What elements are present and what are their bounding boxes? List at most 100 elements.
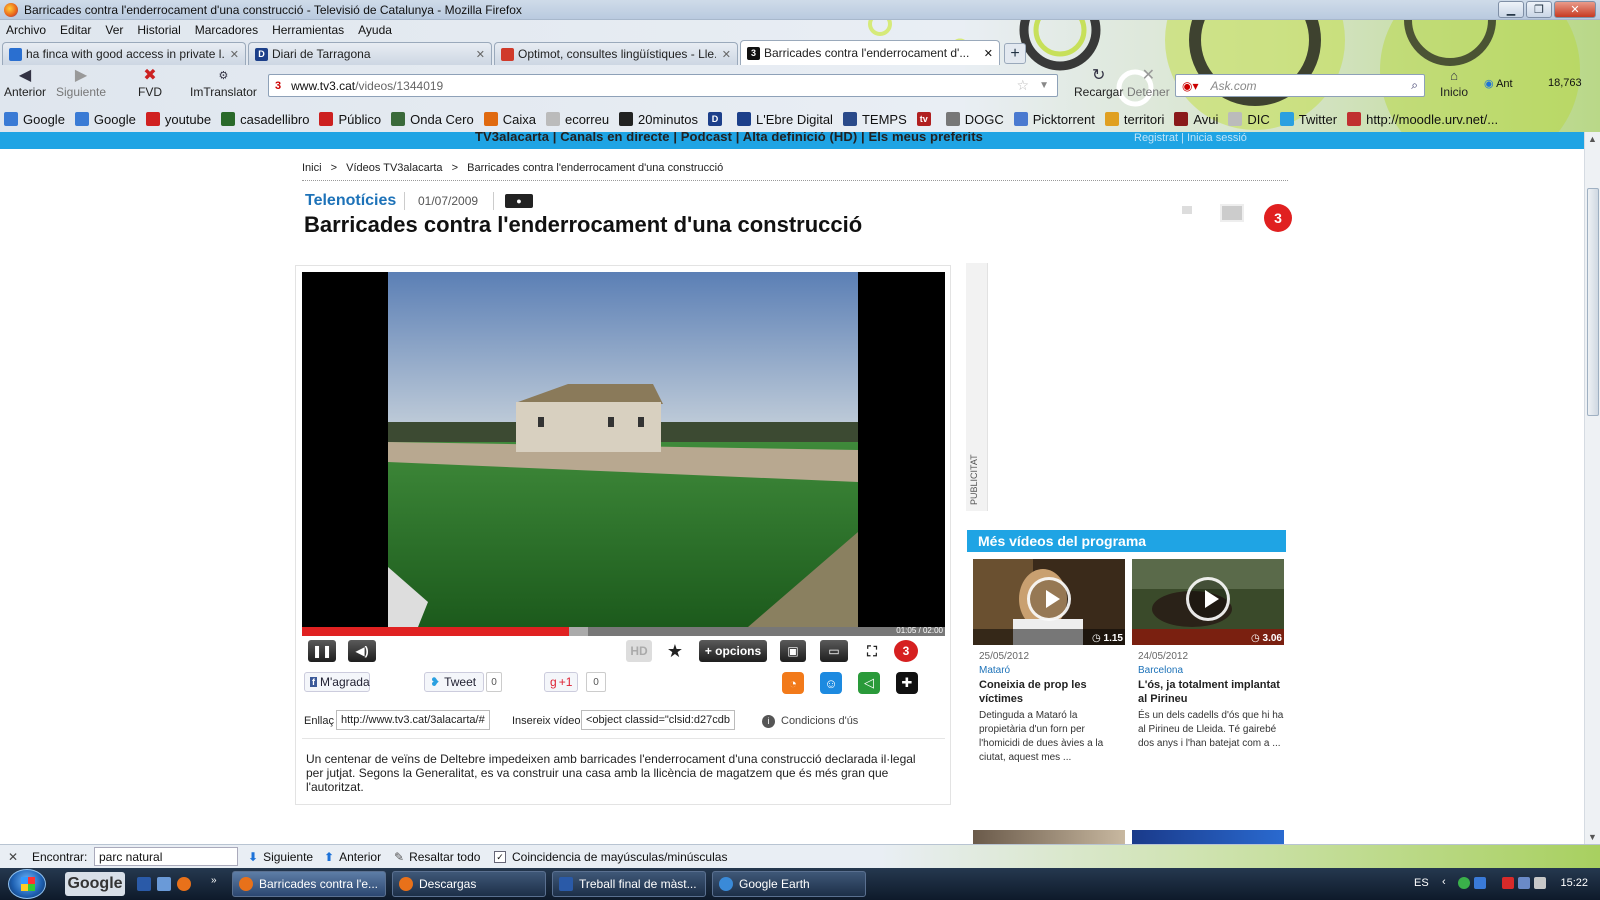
- bookmark-item[interactable]: http://moodle.urv.net/...: [1347, 112, 1498, 127]
- fvd-button[interactable]: ✖ FVD: [138, 67, 162, 99]
- small-view-icon[interactable]: [1182, 206, 1192, 214]
- tweet-button[interactable]: ❥ Tweet: [424, 672, 484, 692]
- volume-icon[interactable]: [1534, 877, 1546, 889]
- display-icon[interactable]: [1518, 877, 1530, 889]
- quicklaunch-more-icon[interactable]: »: [211, 875, 217, 886]
- firefox-quicklaunch-icon[interactable]: [177, 877, 191, 891]
- tab-optimot[interactable]: Optimot, consultes lingüístiques - Lle..…: [494, 42, 738, 65]
- highlight-all-button[interactable]: ✎ Resaltar todo: [394, 850, 480, 864]
- search-icon[interactable]: ⌕: [1411, 78, 1418, 93]
- task-google-earth[interactable]: Google Earth: [712, 871, 866, 897]
- fullscreen-button[interactable]: ⛶: [860, 640, 884, 662]
- menu-editar[interactable]: Editar: [60, 23, 91, 37]
- login-links[interactable]: Registrat | Inicia sessió: [1098, 132, 1584, 149]
- menu-marcadores[interactable]: Marcadores: [195, 23, 258, 37]
- scroll-down-icon[interactable]: ▼: [1588, 832, 1597, 842]
- google-taskbar-search[interactable]: Google: [65, 872, 125, 896]
- pause-button[interactable]: ❚❚: [308, 640, 336, 662]
- bookmark-item[interactable]: Caixa: [483, 112, 536, 127]
- close-tab-icon[interactable]: ✕: [722, 48, 731, 61]
- related-video-place[interactable]: Mataró: [979, 665, 1010, 676]
- ask-engine-icon[interactable]: ◉▾: [1182, 79, 1199, 93]
- related-video-title[interactable]: Coneixia de prop les víctimes: [979, 678, 1125, 706]
- bookmark-item[interactable]: Picktorrent: [1013, 112, 1095, 127]
- tab-finca[interactable]: ha finca with good access in private l..…: [2, 42, 246, 65]
- bookmark-item[interactable]: TEMPS: [842, 112, 907, 127]
- scroll-up-icon[interactable]: ▲: [1588, 134, 1597, 144]
- conditions-link[interactable]: i Condicions d'ús: [762, 715, 858, 728]
- tray-app-icon[interactable]: [1474, 877, 1486, 889]
- bookmark-item[interactable]: Avui: [1174, 112, 1218, 127]
- close-tab-icon[interactable]: ✕: [230, 48, 239, 61]
- popup-button[interactable]: ▣: [780, 640, 806, 662]
- bookmark-item[interactable]: youtube: [145, 112, 211, 127]
- start-button[interactable]: [8, 869, 46, 899]
- new-tab-button[interactable]: +: [1004, 43, 1026, 64]
- find-prev-button[interactable]: ⬆ Anterior: [324, 850, 381, 864]
- embed-input[interactable]: [581, 710, 735, 730]
- site-top-links[interactable]: TV3alacarta | Canals en directe | Podcas…: [475, 132, 983, 144]
- menu-historial[interactable]: Historial: [137, 23, 180, 37]
- home-button[interactable]: ⌂ Inicio: [1440, 67, 1468, 99]
- bookmark-item[interactable]: Google: [74, 112, 136, 127]
- bookmark-item[interactable]: Twitter: [1279, 112, 1337, 127]
- facebook-like-button[interactable]: f M'agrada: [304, 672, 370, 692]
- bookmark-item[interactable]: casadellibro: [221, 112, 309, 127]
- language-indicator[interactable]: ES: [1414, 877, 1429, 889]
- add-icon[interactable]: ✚: [896, 672, 918, 694]
- bookmark-item[interactable]: D: [708, 112, 727, 126]
- find-next-button[interactable]: ⬇ Siguiente: [248, 850, 313, 864]
- related-video-title[interactable]: L'ós, ja totalment implantat al Pirineu: [1138, 678, 1284, 706]
- user-icon[interactable]: ☺: [820, 672, 842, 694]
- url-bar[interactable]: 3 www.tv3.cat/videos/1344019 ☆ ▼: [268, 74, 1058, 97]
- close-tab-icon[interactable]: ✕: [476, 48, 485, 61]
- network-icon[interactable]: [1458, 877, 1470, 889]
- reload-button[interactable]: ↻ Recargar: [1074, 67, 1123, 99]
- scrollbar-thumb[interactable]: [1587, 188, 1599, 416]
- bookmark-item[interactable]: tv: [916, 112, 936, 126]
- mute-button[interactable]: ◀): [348, 640, 376, 662]
- page-scrollbar[interactable]: ▲ ▼: [1584, 132, 1600, 844]
- related-video-thumbnail-partial[interactable]: [1132, 830, 1284, 844]
- bookmark-item[interactable]: territori: [1104, 112, 1164, 127]
- minimize-button[interactable]: ▁: [1498, 1, 1524, 18]
- bookmark-item[interactable]: Google: [4, 112, 65, 127]
- menu-herramientas[interactable]: Herramientas: [272, 23, 344, 37]
- stop-button[interactable]: ✕ Detener: [1127, 67, 1170, 99]
- menu-archivo[interactable]: Archivo: [6, 23, 46, 37]
- match-case-checkbox[interactable]: ✓ Coincidencia de mayúsculas/minúsculas: [494, 850, 727, 864]
- back-button[interactable]: ◀ Anterior: [4, 67, 46, 99]
- options-button[interactable]: + opcions: [699, 640, 767, 662]
- forward-button[interactable]: ▶ Siguiente: [56, 67, 106, 99]
- bookmark-item[interactable]: Público: [319, 112, 381, 127]
- bookmark-star-icon[interactable]: ☆: [1016, 77, 1029, 94]
- restore-button[interactable]: ❐: [1526, 1, 1552, 18]
- search-bar[interactable]: ◉▾ Ask.com ⌕: [1175, 74, 1425, 97]
- menu-ayuda[interactable]: Ayuda: [358, 23, 392, 37]
- bookmark-item[interactable]: ecorreu: [545, 112, 609, 127]
- bookmark-item[interactable]: Onda Cero: [391, 112, 474, 127]
- ant-label[interactable]: ◉ Ant: [1484, 77, 1513, 90]
- video-progress-bar[interactable]: 01:05 / 02:00: [302, 626, 945, 636]
- word-icon[interactable]: [137, 877, 151, 891]
- find-input[interactable]: [94, 847, 238, 866]
- bookmark-item[interactable]: L'Ebre Digital: [737, 112, 833, 127]
- related-video-thumbnail-partial[interactable]: [973, 830, 1125, 844]
- link-input[interactable]: [336, 710, 490, 730]
- hd-button[interactable]: HD: [626, 640, 652, 662]
- menu-ver[interactable]: Ver: [105, 23, 123, 37]
- program-name[interactable]: Telenotícies: [305, 192, 396, 210]
- close-findbar-icon[interactable]: ✕: [8, 850, 18, 864]
- task-word[interactable]: Treball final de màst...: [552, 871, 706, 897]
- bookmark-item[interactable]: 20minutos: [619, 112, 698, 127]
- tv3-player-button[interactable]: 3: [894, 640, 918, 662]
- breadcrumb-home[interactable]: Inici: [302, 162, 322, 174]
- screen-view-icon[interactable]: [1220, 204, 1244, 222]
- rss-icon[interactable]: ◔: [782, 672, 804, 694]
- security-icon[interactable]: [1502, 877, 1514, 889]
- related-video-place[interactable]: Barcelona: [1138, 665, 1183, 676]
- video-frame[interactable]: [302, 272, 945, 627]
- close-tab-icon[interactable]: ✕: [984, 47, 993, 60]
- task-downloads[interactable]: Descargas: [392, 871, 546, 897]
- breadcrumb-videos[interactable]: Vídeos TV3alacarta: [346, 162, 442, 174]
